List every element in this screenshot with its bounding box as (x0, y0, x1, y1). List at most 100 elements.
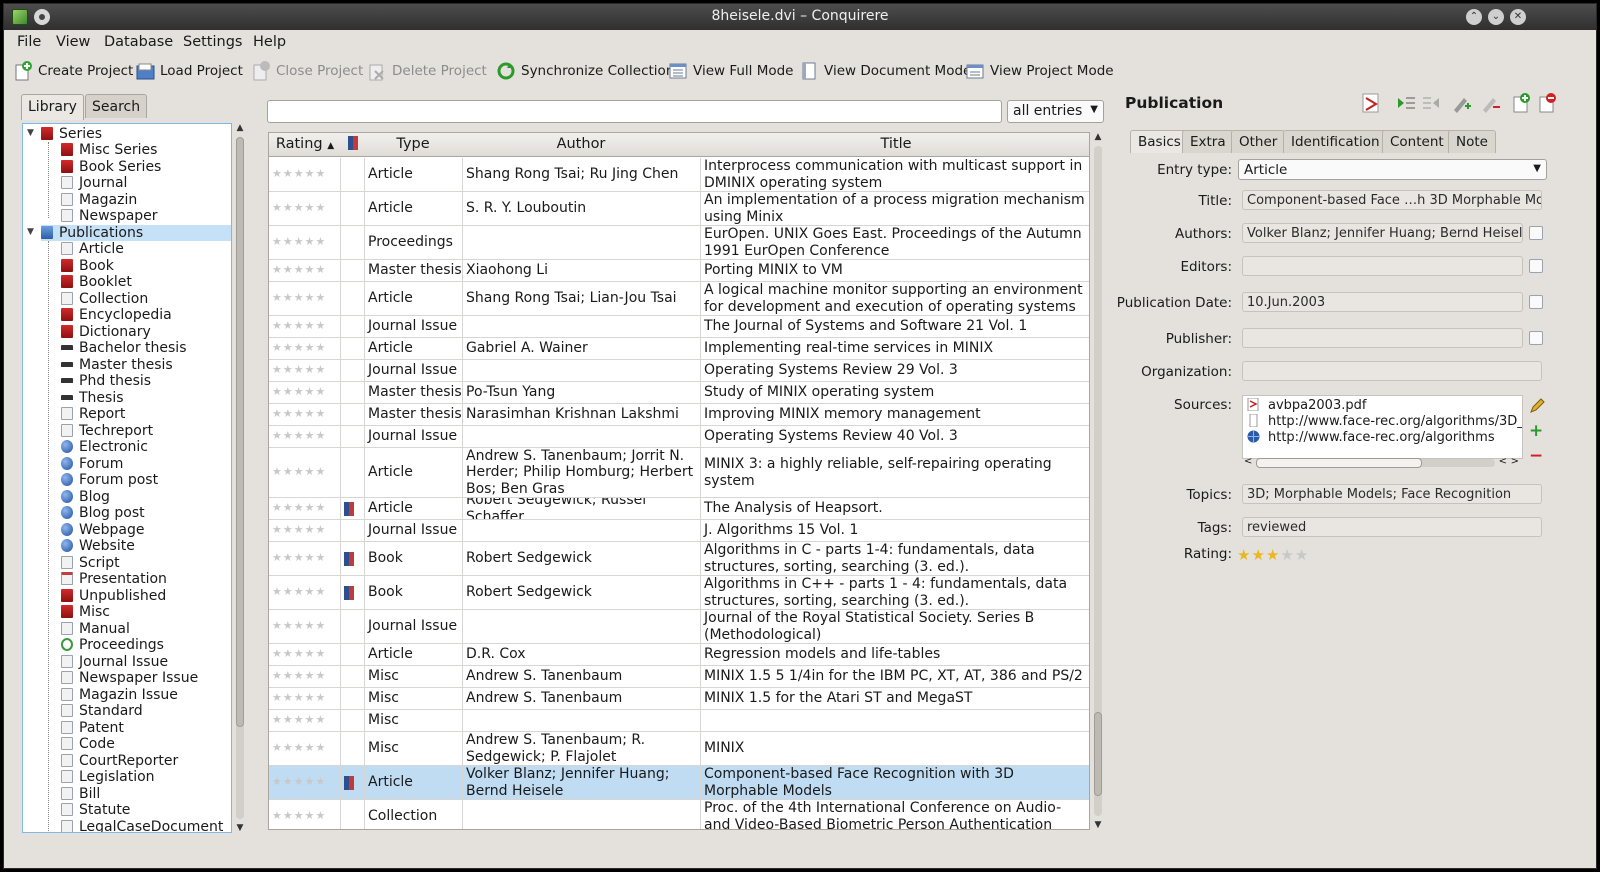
table-scrollbar[interactable]: ▲ ▼ (1092, 132, 1104, 830)
menu-database[interactable]: Database (104, 34, 173, 50)
topics-field[interactable]: 3D; Morphable Models; Face Recognition (1242, 484, 1542, 504)
tab-identification[interactable]: Identification (1283, 130, 1388, 153)
table-row[interactable]: ★★★★★ Article Volker Blanz; Jennifer Huang… (269, 766, 1089, 800)
remove-source-icon[interactable]: − (1529, 448, 1545, 465)
star-rating-icon[interactable]: ★★★★★ (272, 808, 326, 825)
star-rating-icon[interactable]: ★★★★★ (272, 774, 326, 791)
view-document-button[interactable]: View Document Mode (799, 60, 971, 82)
scroll-thumb[interactable] (1256, 458, 1422, 468)
tree-item-bill[interactable]: Bill (61, 786, 100, 802)
table-row[interactable]: ★★★★★ Article Andrew S. Tanenbaum; Jorrit … (269, 448, 1089, 498)
star-rating-icon[interactable]: ★★★★★ (272, 428, 326, 445)
rating-star-icon[interactable]: ★ (1266, 546, 1280, 564)
table-row[interactable]: ★★★★★ Book Robert Sedgewick Algorithms in C… (269, 576, 1089, 610)
tree-item-misc-series[interactable]: Misc Series (61, 142, 157, 158)
tree-item-misc[interactable]: Misc (61, 604, 110, 620)
star-rating-icon[interactable]: ★★★★★ (272, 200, 326, 217)
tree-item-proceedings[interactable]: Proceedings (61, 637, 164, 653)
menu-file[interactable]: File (17, 34, 41, 50)
tree-item-webpage[interactable]: Webpage (61, 522, 145, 538)
table-row[interactable]: ★★★★★ Journal Issue Journal of the Royal S… (269, 610, 1089, 644)
table-row[interactable]: ★★★★★ Article S. R. Y. Louboutin An impleme… (269, 192, 1089, 226)
edit-publisher-icon[interactable] (1529, 331, 1543, 345)
star-rating-icon[interactable]: ★★★★★ (272, 618, 326, 635)
maximize-button[interactable]: ⌄ (1488, 9, 1504, 25)
table-row[interactable]: ★★★★★ Journal Issue Operating Systems Revi… (269, 426, 1089, 448)
entry-filter-select[interactable]: all entries ▼ (1007, 100, 1104, 123)
rating-star-icon[interactable]: ★ (1237, 546, 1251, 564)
table-row[interactable]: ★★★★★ Proceedings EurOpen. UNIX Goes East.… (269, 226, 1089, 260)
close-button[interactable]: ✕ (1510, 9, 1526, 25)
tab-extra[interactable]: Extra (1182, 130, 1234, 153)
tree-item-statute[interactable]: Statute (61, 802, 130, 818)
editors-field[interactable] (1242, 256, 1523, 276)
edit-source-icon[interactable] (1529, 398, 1545, 414)
table-row[interactable]: ★★★★★ Misc Andrew S. Tanenbaum MINIX 1.5 5 … (269, 666, 1089, 688)
rating-star-icon[interactable]: ★ (1280, 546, 1294, 564)
scroll-up-icon[interactable]: ▲ (234, 123, 246, 133)
tree-item-journal-issue[interactable]: Journal Issue (61, 654, 168, 670)
view-full-button[interactable]: View Full Mode (668, 60, 794, 82)
tree-item-blog[interactable]: Blog (61, 489, 110, 505)
library-tree[interactable]: ▼ Series Misc Series Book Series Journal… (22, 123, 232, 833)
tree-item-presentation[interactable]: Presentation (61, 571, 167, 587)
close-project-button[interactable]: Close Project (251, 60, 363, 82)
star-rating-icon[interactable]: ★★★★★ (272, 584, 326, 601)
tree-item-forum[interactable]: Forum (61, 456, 123, 472)
authors-field[interactable]: Volker Blanz; Jennifer Huang; Bernd Heis… (1242, 223, 1523, 243)
expand-list-icon[interactable] (1396, 92, 1416, 114)
star-rating-icon[interactable]: ★★★★★ (272, 290, 326, 307)
star-rating-icon[interactable]: ★★★★★ (272, 262, 326, 279)
scroll-left-icon[interactable]: < (1244, 456, 1252, 467)
table-row[interactable]: ★★★★★ Article D.R. Cox Regression models an… (269, 644, 1089, 666)
star-rating-icon[interactable]: ★★★★★ (272, 384, 326, 401)
tree-item-collection[interactable]: Collection (61, 291, 148, 307)
edit-editors-icon[interactable] (1529, 259, 1543, 273)
tree-item-forum-post[interactable]: Forum post (61, 472, 158, 488)
star-rating-icon[interactable]: ★★★★★ (272, 362, 326, 379)
tab-content[interactable]: Content (1382, 130, 1452, 153)
delete-project-button[interactable]: Delete Project (367, 60, 487, 82)
star-rating-icon[interactable]: ★★★★★ (272, 166, 326, 183)
table-row[interactable]: ★★★★★ Journal Issue The Journal of Systems… (269, 316, 1089, 338)
table-row[interactable]: ★★★★★ Article Robert Sedgewick; Russel Sch… (269, 498, 1089, 520)
table-row[interactable]: ★★★★★ Article Shang Rong Tsai; Ru Jing Che… (269, 158, 1089, 192)
scroll-down-icon[interactable]: ▼ (1092, 820, 1104, 830)
source-item[interactable]: http://www.face-rec.org/algorithms (1247, 430, 1495, 445)
tree-item-booklet[interactable]: Booklet (61, 274, 132, 290)
tree-item-dictionary[interactable]: Dictionary (61, 324, 151, 340)
tree-item-newspaper-issue[interactable]: Newspaper Issue (61, 670, 198, 686)
table-row[interactable]: ★★★★★ Master thesis Xiaohong Li Porting MIN… (269, 260, 1089, 282)
tree-item-script[interactable]: Script (61, 555, 120, 571)
entry-type-select[interactable]: Article ▼ (1238, 159, 1547, 180)
tree-item-standard[interactable]: Standard (61, 703, 143, 719)
column-type[interactable]: Type (365, 136, 461, 152)
rating-star-icon[interactable]: ★ (1295, 546, 1309, 564)
scroll-thumb[interactable] (236, 137, 244, 727)
star-rating-icon[interactable]: ★★★★★ (272, 550, 326, 567)
column-title[interactable]: Title (701, 136, 1089, 152)
tree-item-patent[interactable]: Patent (61, 720, 124, 736)
table-row[interactable]: ★★★★★ Article Shang Rong Tsai; Lian-Jou Ts… (269, 282, 1089, 316)
tree-item-code[interactable]: Code (61, 736, 115, 752)
tree-item-bachelor-thesis[interactable]: Bachelor thesis (61, 340, 186, 356)
tree-item-techreport[interactable]: Techreport (61, 423, 153, 439)
tree-item-book[interactable]: Book (61, 258, 114, 274)
tree-item-legalcasedocument[interactable]: LegalCaseDocument (61, 819, 223, 832)
table-row[interactable]: ★★★★★ Collection Proc. of the 4th Internat… (269, 800, 1089, 829)
remove-entry-icon[interactable] (1537, 92, 1557, 114)
title-field[interactable]: Component-based Face …h 3D Morphable Mod… (1242, 190, 1542, 210)
table-row[interactable]: ★★★★★ Misc Andrew S. Tanenbaum; R. Sedgewi… (269, 732, 1089, 766)
tree-item-book-series[interactable]: Book Series (61, 159, 161, 175)
tree-item-electronic[interactable]: Electronic (61, 439, 148, 455)
column-rating[interactable]: Rating ▲ (273, 136, 337, 152)
star-rating-icon[interactable]: ★★★★★ (272, 668, 326, 685)
tree-item-series[interactable]: Series (41, 126, 102, 142)
add-reference-icon[interactable] (1451, 92, 1471, 114)
remove-reference-icon[interactable] (1480, 92, 1500, 114)
tree-item-magazin[interactable]: Magazin (61, 192, 137, 208)
rating-star-icon[interactable]: ★ (1251, 546, 1265, 564)
collapse-publications-icon[interactable]: ▼ (27, 227, 34, 237)
minimize-button[interactable]: ⌃ (1466, 9, 1482, 25)
scroll-up-icon[interactable]: ▲ (1092, 132, 1104, 142)
